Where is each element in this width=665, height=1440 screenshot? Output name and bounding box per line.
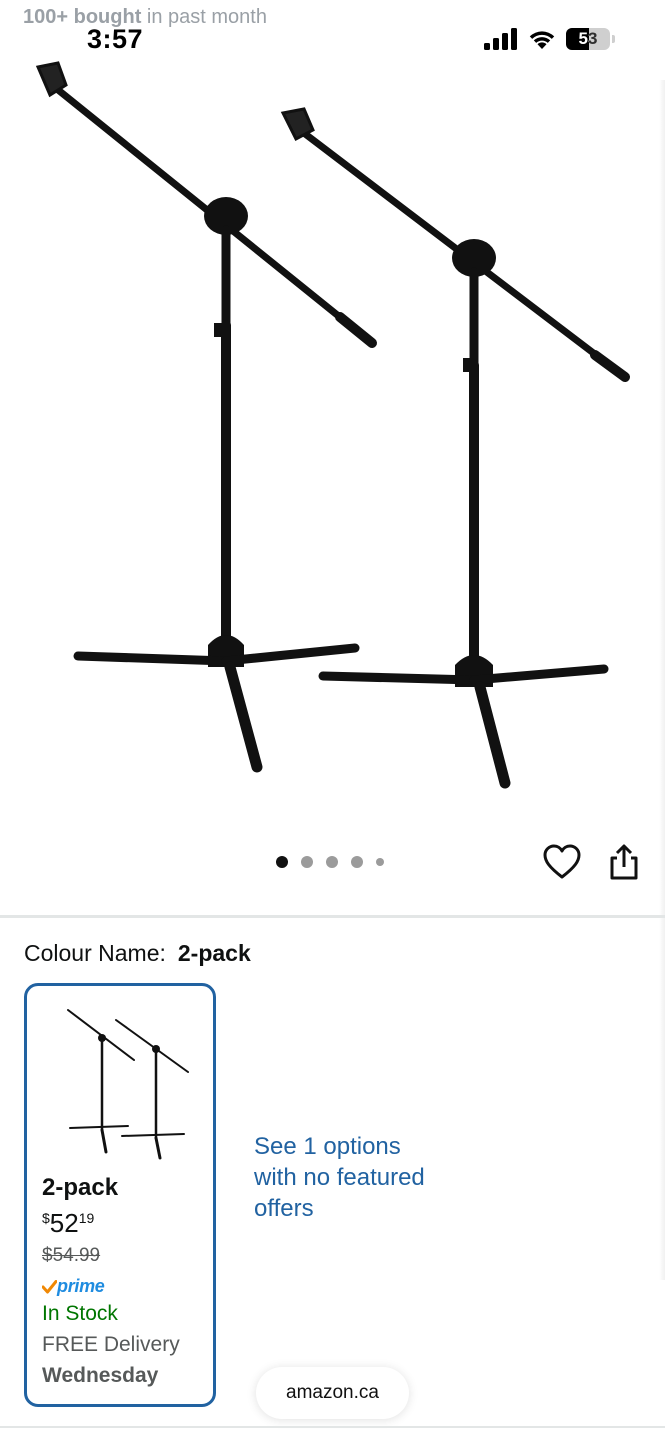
- swatch-price: $5219: [42, 1208, 94, 1239]
- battery-level: 53: [578, 29, 598, 48]
- variation-label: Colour Name: 2-pack: [24, 940, 251, 967]
- price-symbol: $: [42, 1210, 50, 1226]
- browser-url-pill[interactable]: amazon.ca: [256, 1367, 409, 1419]
- section-divider: [0, 915, 665, 918]
- mic-stand-right: [280, 107, 630, 789]
- share-icon[interactable]: [607, 843, 641, 881]
- status-bar: 100+ bought in past month 3:57 53: [0, 0, 665, 60]
- product-image[interactable]: [0, 55, 665, 845]
- prime-check-icon: [42, 1279, 57, 1293]
- delivery-day: Wednesday: [42, 1364, 159, 1387]
- prime-label: prime: [57, 1276, 105, 1296]
- pagination-dot[interactable]: [326, 856, 338, 868]
- pagination-dot[interactable]: [301, 856, 313, 868]
- battery-icon: 53: [566, 28, 610, 50]
- variation-label-text: Colour Name:: [24, 940, 166, 966]
- heart-icon[interactable]: [543, 844, 581, 880]
- see-other-options-link[interactable]: See 1 options with no featured offers: [254, 1131, 434, 1224]
- pagination-dot[interactable]: [276, 856, 288, 868]
- battery-tip: [612, 35, 615, 43]
- prime-badge: prime: [42, 1276, 105, 1297]
- image-edge-shadow: [659, 80, 665, 1280]
- variation-swatch-2-pack[interactable]: 2-pack $5219 $54.99 prime In Stock FREE …: [24, 983, 216, 1407]
- swatch-list-price: $54.99: [42, 1245, 101, 1266]
- stock-status: In Stock: [42, 1302, 118, 1325]
- variation-selected-value: 2-pack: [177, 940, 251, 966]
- swatch-name: 2-pack: [42, 1174, 119, 1201]
- delivery-text: FREE Delivery: [42, 1333, 180, 1356]
- browser-url-text: amazon.ca: [286, 1382, 379, 1403]
- bought-in-past-month: 100+ bought in past month: [23, 6, 267, 29]
- pagination-dot[interactable]: [376, 858, 384, 866]
- signal-icon: [484, 28, 517, 50]
- swatch-thumbnail: [67, 1009, 189, 1160]
- mic-stand-left: [35, 61, 377, 773]
- price-whole: 52: [49, 1208, 79, 1238]
- image-pagination-dots[interactable]: [276, 856, 384, 868]
- bought-rest: in past month: [141, 6, 267, 28]
- price-fraction: 19: [78, 1210, 95, 1226]
- bottom-divider: [0, 1426, 665, 1428]
- status-time: 3:57: [87, 24, 144, 54]
- pagination-dot[interactable]: [351, 856, 363, 868]
- wifi-icon: [529, 31, 555, 49]
- status-icons: 53: [484, 28, 615, 50]
